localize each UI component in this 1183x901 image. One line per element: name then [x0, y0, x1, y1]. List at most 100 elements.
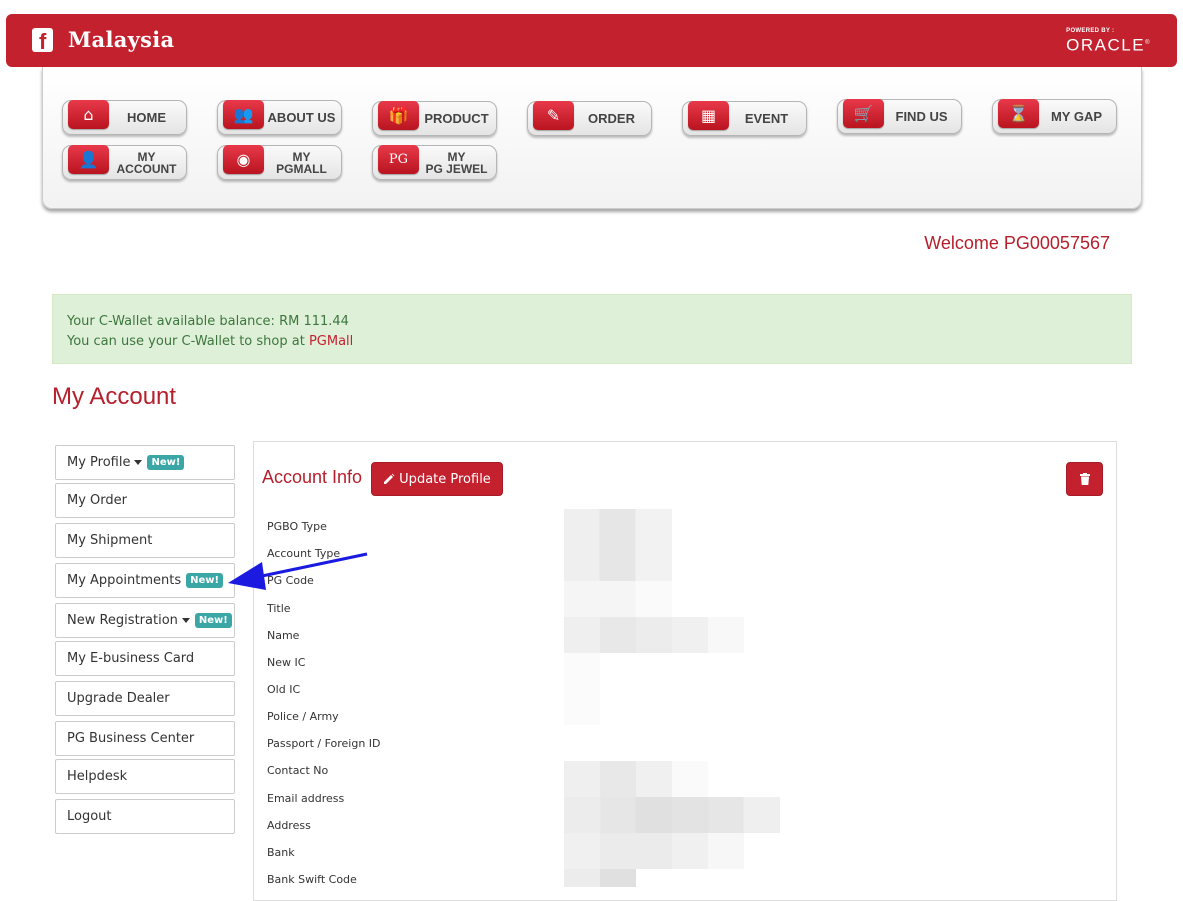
main-menu-panel — [42, 67, 1142, 209]
menu-event-button[interactable]: ▦ EVENT — [682, 101, 807, 136]
menu-label: MY ACCOUNT — [109, 146, 184, 179]
pencil-icon — [384, 473, 395, 484]
menu-my-pg-jewel-button[interactable]: PG MY PG JEWEL — [372, 145, 497, 180]
field-label-new-ic: New IC — [267, 656, 306, 669]
sidebar-item-label: New Registration — [67, 613, 178, 628]
field-label-old-ic: Old IC — [267, 683, 301, 696]
sidebar-item-logout[interactable]: Logout — [55, 799, 235, 834]
sidebar-item-my-order[interactable]: My Order — [55, 483, 235, 518]
sidebar-item-label: Helpdesk — [67, 769, 128, 784]
sidebar-item-my-shipment[interactable]: My Shipment — [55, 523, 235, 558]
blur-block — [564, 869, 636, 887]
new-badge: New! — [147, 455, 185, 470]
blur-block — [564, 617, 744, 653]
sidebar-item-label: My Order — [67, 493, 127, 508]
field-label-pgbo-type: PGBO Type — [267, 520, 327, 533]
menu-my-gap-button[interactable]: ⌛ MY GAP — [992, 99, 1117, 134]
menu-label: MY PG JEWEL — [419, 146, 494, 179]
menu-my-account-button[interactable]: 👤 MY ACCOUNT — [62, 145, 187, 180]
menu-label-line1: MY — [292, 149, 311, 164]
oracle-logo: ORACLE — [1066, 35, 1146, 55]
menu-label-line1: MY — [137, 149, 156, 164]
menu-label: FIND US — [895, 108, 948, 124]
pg-jewel-icon: PG — [378, 145, 419, 174]
sidebar-item-new-registration[interactable]: New Registration New! — [55, 603, 235, 638]
menu-home-button[interactable]: ⌂ HOME — [62, 100, 187, 135]
sidebar-item-label: My Shipment — [67, 533, 153, 548]
menu-label: PRODUCT — [424, 110, 489, 126]
facebook-icon[interactable]: f — [32, 28, 53, 54]
field-label-name: Name — [267, 629, 300, 642]
menu-label: MY GAP — [1050, 108, 1103, 124]
field-label-address: Address — [267, 819, 311, 832]
new-badge: New! — [194, 613, 232, 628]
sidebar-item-label: My Profile — [67, 455, 131, 470]
globe-icon: ◉ — [223, 145, 264, 174]
people-icon: 👥 — [223, 100, 264, 129]
caret-down-icon — [181, 618, 190, 623]
edit-order-icon: ✎ — [533, 101, 574, 130]
menu-label: EVENT — [744, 110, 789, 126]
update-profile-button[interactable]: Update Profile — [371, 462, 503, 496]
sidebar-item-upgrade-dealer[interactable]: Upgrade Dealer — [55, 681, 235, 716]
menu-label: ABOUT US — [267, 109, 336, 125]
field-label-bank: Bank — [267, 846, 295, 859]
welcome-text: Welcome PG00057567 — [924, 233, 1110, 253]
menu-label-line2: PGMALL — [276, 161, 327, 176]
powered-by-oracle: POWERED BY : ORACLE® — [1066, 28, 1151, 55]
sidebar-item-my-profile[interactable]: My Profile New! — [55, 445, 235, 480]
menu-label-line2: PG JEWEL — [425, 161, 488, 176]
field-label-bank-swift-code: Bank Swift Code — [267, 873, 357, 886]
wallet-shop-text: You can use your C-Wallet to shop at — [67, 334, 309, 349]
top-banner: f Malaysia POWERED BY : ORACLE® — [6, 14, 1177, 67]
new-badge: New! — [186, 573, 224, 588]
sidebar-item-label: PG Business Center — [67, 731, 195, 746]
menu-label: ORDER — [588, 110, 635, 126]
update-profile-label: Update Profile — [399, 471, 491, 487]
field-label-police-army: Police / Army — [267, 710, 339, 723]
home-icon: ⌂ — [68, 100, 109, 129]
field-label-email-address: Email address — [267, 792, 345, 805]
calendar-icon: ▦ — [688, 101, 729, 130]
menu-my-pgmall-button[interactable]: ◉ MY PGMALL — [217, 145, 342, 180]
sidebar-item-my-e-business-card[interactable]: My E-business Card — [55, 641, 235, 676]
delete-button[interactable] — [1066, 462, 1103, 496]
sidebar-item-label: My E-business Card — [67, 651, 195, 666]
menu-order-button[interactable]: ✎ ORDER — [527, 101, 652, 136]
field-label-contact-no: Contact No — [267, 764, 329, 777]
menu-label-line2: ACCOUNT — [116, 161, 177, 176]
menu-find-us-button[interactable]: 🛒 FIND US — [837, 99, 962, 134]
menu-about-us-button[interactable]: 👥 ABOUT US — [217, 100, 342, 135]
wallet-alert: Your C-Wallet available balance: RM 111.… — [52, 294, 1132, 364]
gift-icon: 🎁 — [378, 101, 419, 130]
sidebar-item-my-appointments[interactable]: My Appointments New! — [55, 563, 235, 598]
blur-block — [564, 761, 708, 797]
field-label-account-type: Account Type — [267, 547, 341, 560]
field-label-passport-foreign-id: Passport / Foreign ID — [267, 737, 381, 750]
blur-block — [564, 509, 672, 581]
blur-block — [564, 833, 744, 869]
sidebar-item-pg-business-center[interactable]: PG Business Center — [55, 721, 235, 756]
user-icon: 👤 — [68, 145, 109, 174]
blur-block — [564, 653, 600, 725]
menu-label: HOME — [127, 109, 166, 125]
account-info-title: Account Info — [262, 467, 363, 487]
blur-block — [564, 581, 672, 617]
wallet-balance: Your C-Wallet available balance: RM 111.… — [67, 314, 349, 329]
menu-label-line1: MY — [447, 149, 466, 164]
field-label-title: Title — [267, 602, 291, 615]
page-title: My Account — [52, 383, 177, 410]
caret-down-icon — [134, 460, 143, 465]
blur-block — [564, 797, 780, 833]
trash-icon — [1079, 473, 1090, 485]
sidebar-item-label: Upgrade Dealer — [67, 691, 170, 706]
sidebar-item-label: Logout — [67, 809, 112, 824]
hourglass-icon: ⌛ — [998, 99, 1039, 128]
sidebar-item-label: My Appointments — [67, 573, 182, 588]
cart-icon: 🛒 — [843, 99, 884, 128]
menu-label: MY PGMALL — [264, 146, 339, 179]
field-label-pg-code: PG Code — [267, 574, 314, 587]
sidebar-item-helpdesk[interactable]: Helpdesk — [55, 759, 235, 794]
pgmall-link[interactable]: PGMall — [309, 334, 353, 349]
menu-product-button[interactable]: 🎁 PRODUCT — [372, 101, 497, 136]
